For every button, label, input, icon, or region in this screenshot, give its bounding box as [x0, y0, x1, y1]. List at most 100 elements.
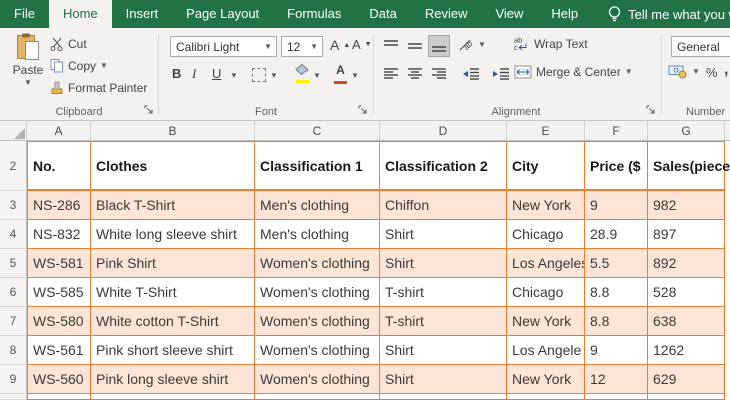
column-header-B[interactable]: B: [91, 121, 255, 140]
alignment-dialog-launcher-icon[interactable]: [646, 105, 656, 115]
tab-formulas[interactable]: Formulas: [273, 0, 355, 28]
column-header-E[interactable]: E: [507, 121, 585, 140]
cell[interactable]: Men's clothing: [255, 220, 380, 249]
font-name-dropdown-arrow[interactable]: ▼: [260, 42, 276, 51]
cell[interactable]: [380, 394, 507, 400]
clipboard-dialog-launcher-icon[interactable]: [144, 105, 154, 115]
row-header-5[interactable]: 5: [0, 249, 27, 278]
top-align-button[interactable]: [380, 35, 402, 57]
cell[interactable]: WS-560: [27, 365, 91, 394]
cell[interactable]: Shirt: [380, 249, 507, 278]
cell[interactable]: WS-581: [27, 249, 91, 278]
paste-button[interactable]: Paste ▼: [8, 33, 48, 87]
cell[interactable]: WS-561: [27, 336, 91, 365]
cell[interactable]: White T-Shirt: [91, 278, 255, 307]
cell[interactable]: Chicago: [507, 278, 585, 307]
cell[interactable]: Price ($: [585, 141, 648, 191]
align-center-button[interactable]: [404, 63, 426, 85]
cell[interactable]: White long sleeve shirt: [91, 220, 255, 249]
font-size-dropdown-arrow[interactable]: ▼: [306, 42, 322, 51]
orientation-dropdown-arrow[interactable]: ▼: [478, 40, 486, 49]
cell[interactable]: Los Angeles: [507, 249, 585, 278]
column-header-C[interactable]: C: [255, 121, 380, 140]
cell[interactable]: [507, 394, 585, 400]
accounting-format-button[interactable]: ▼: [668, 64, 700, 79]
cell[interactable]: Shirt: [380, 365, 507, 394]
tab-insert[interactable]: Insert: [112, 0, 173, 28]
cell[interactable]: Black T-Shirt: [91, 191, 255, 220]
cell[interactable]: 8.8: [585, 307, 648, 336]
cell[interactable]: 12: [585, 365, 648, 394]
cell[interactable]: Classification 2: [380, 141, 507, 191]
number-format-combo[interactable]: General: [671, 36, 730, 57]
cell[interactable]: Los Angele: [507, 336, 585, 365]
increase-font-size-button[interactable]: A ▲: [330, 37, 350, 53]
orientation-button[interactable]: ab ▼: [458, 37, 486, 52]
cell[interactable]: Pink short sleeve shirt: [91, 336, 255, 365]
cell[interactable]: 638: [648, 307, 725, 336]
row-header-9[interactable]: 9: [0, 365, 27, 394]
cell[interactable]: 897: [648, 220, 725, 249]
cell[interactable]: Classification 1: [255, 141, 380, 191]
cell[interactable]: 5.5: [585, 249, 648, 278]
cell[interactable]: Women's clothing: [255, 307, 380, 336]
cell[interactable]: 1262: [648, 336, 725, 365]
increase-indent-button[interactable]: [488, 63, 514, 85]
copy-button[interactable]: Copy ▼: [50, 59, 108, 73]
cell[interactable]: Clothes: [91, 141, 255, 191]
cell[interactable]: Men's clothing: [255, 191, 380, 220]
font-size-combo[interactable]: 12 ▼: [281, 36, 323, 57]
cell[interactable]: 9: [585, 191, 648, 220]
cell[interactable]: Chiffon: [380, 191, 507, 220]
fill-color-button[interactable]: [294, 64, 310, 83]
merge-center-button[interactable]: Merge & Center ▼: [514, 65, 633, 79]
cell[interactable]: Women's clothing: [255, 249, 380, 278]
font-color-dropdown-arrow[interactable]: ▼: [351, 72, 359, 80]
cell[interactable]: Shirt: [380, 336, 507, 365]
tab-file[interactable]: File: [0, 0, 49, 28]
cell[interactable]: Women's clothing: [255, 278, 380, 307]
underline-button[interactable]: U: [212, 66, 230, 81]
paste-dropdown-arrow[interactable]: ▼: [24, 79, 32, 87]
cell[interactable]: 892: [648, 249, 725, 278]
row-header[interactable]: [0, 394, 27, 400]
cell[interactable]: T-shirt: [380, 307, 507, 336]
row-header-8[interactable]: 8: [0, 336, 27, 365]
cell[interactable]: Women's clothing: [255, 336, 380, 365]
cell[interactable]: Sales(piece: [648, 141, 730, 191]
cell[interactable]: [585, 394, 648, 400]
tab-help[interactable]: Help: [537, 0, 592, 28]
wrap-text-button[interactable]: ab c Wrap Text: [514, 36, 588, 51]
cell[interactable]: New York: [507, 191, 585, 220]
cell[interactable]: NS-286: [27, 191, 91, 220]
row-header-4[interactable]: 4: [0, 220, 27, 249]
format-painter-button[interactable]: Format Painter: [50, 81, 147, 95]
column-header-G[interactable]: G: [648, 121, 725, 140]
cell[interactable]: Shirt: [380, 220, 507, 249]
cell[interactable]: [648, 394, 725, 400]
select-all-corner[interactable]: [0, 121, 27, 140]
middle-align-button[interactable]: [404, 35, 426, 57]
cell[interactable]: Chicago: [507, 220, 585, 249]
borders-button[interactable]: [252, 68, 266, 82]
copy-dropdown-arrow[interactable]: ▼: [100, 62, 108, 70]
row-header-3[interactable]: 3: [0, 191, 27, 220]
tab-data[interactable]: Data: [355, 0, 410, 28]
bold-button[interactable]: B: [172, 66, 190, 81]
font-dialog-launcher-icon[interactable]: [358, 105, 368, 115]
row-header-6[interactable]: 6: [0, 278, 27, 307]
column-header-F[interactable]: F: [585, 121, 648, 140]
cell[interactable]: White cotton T-Shirt: [91, 307, 255, 336]
tab-review[interactable]: Review: [411, 0, 482, 28]
cell[interactable]: [27, 394, 91, 400]
tell-me-box[interactable]: Tell me what you want to: [608, 0, 730, 28]
accounting-dropdown-arrow[interactable]: ▼: [692, 67, 700, 76]
cell[interactable]: 528: [648, 278, 725, 307]
cell[interactable]: No.: [27, 141, 91, 191]
cell[interactable]: Women's clothing: [255, 365, 380, 394]
borders-dropdown-arrow[interactable]: ▼: [270, 72, 278, 80]
font-color-button[interactable]: A: [334, 64, 347, 84]
cell[interactable]: Pink Shirt: [91, 249, 255, 278]
merge-center-dropdown-arrow[interactable]: ▼: [625, 68, 633, 76]
decrease-indent-button[interactable]: [458, 63, 484, 85]
